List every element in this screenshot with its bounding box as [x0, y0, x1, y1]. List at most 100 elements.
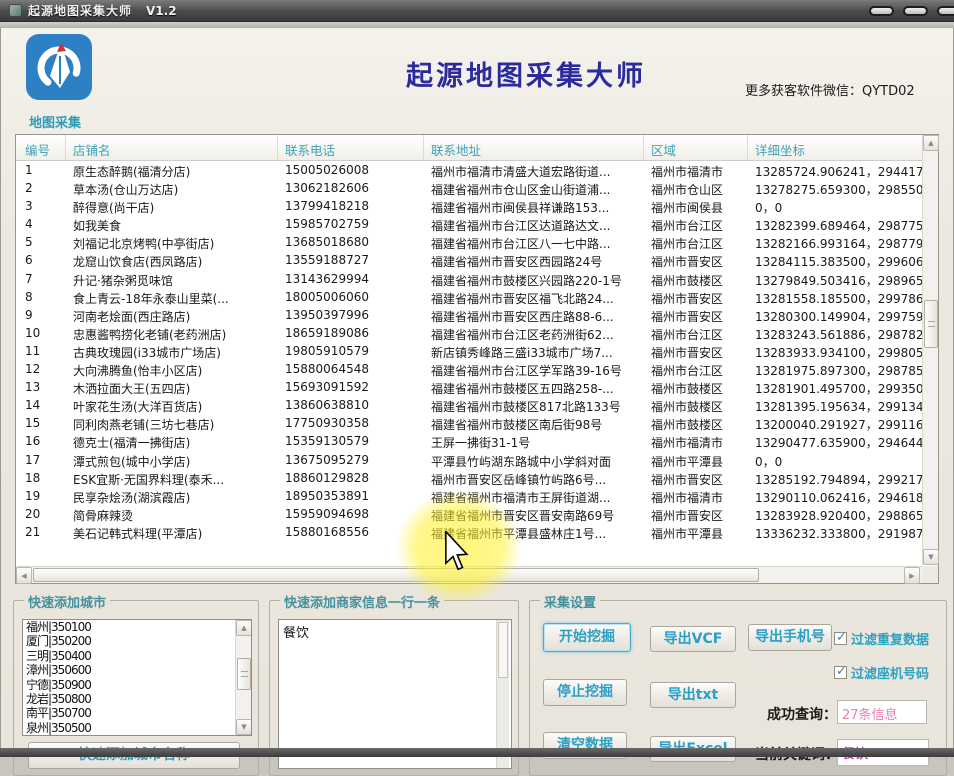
table-cell: 15959094698: [278, 505, 424, 523]
table-cell: 福州市鼓楼区: [644, 378, 748, 396]
table-row[interactable]: 3醉得意(尚干店)13799418218福建省福州市闽侯县祥谦路153...福州…: [16, 197, 924, 215]
table-cell: 福州市鼓楼区: [644, 270, 748, 288]
maximize-button[interactable]: [903, 6, 928, 16]
table-row[interactable]: 14叶家花生汤(大洋百货店)13860638810福建省福州市鼓楼区817北路1…: [16, 396, 924, 414]
city-list-item[interactable]: 福州|350100: [23, 620, 251, 634]
table-cell: 平潭县竹屿湖东路城中小学斜对面: [424, 451, 644, 469]
column-header[interactable]: 编号: [16, 135, 66, 160]
city-list-item[interactable]: 宁德|350900: [23, 678, 251, 692]
window-version: V1.2: [146, 4, 177, 18]
scroll-down-icon[interactable]: ▼: [236, 719, 252, 735]
filter-landline-checkbox[interactable]: 过滤座机号码: [834, 663, 929, 682]
table-cell: 福建省福州市鼓楼区兴园路220-1号: [424, 270, 644, 288]
scroll-right-icon[interactable]: ▶: [904, 567, 920, 584]
table-row[interactable]: 17潭式煎包(城中小学店)13675095279平潭县竹屿湖东路城中小学斜对面福…: [16, 451, 924, 469]
main-content: 起源地图采集大师 更多获客软件微信：QYTD02 地图采集 编号店铺名联系电话联…: [0, 28, 954, 748]
city-list-item[interactable]: 龙岩|350800: [23, 692, 251, 706]
table-cell: 2: [16, 179, 66, 197]
checkbox-box[interactable]: [834, 666, 847, 679]
table-row[interactable]: 12大向沸腾鱼(怡丰小区店)15880064548福建省福州市台江区学军路39-…: [16, 360, 924, 378]
column-header[interactable]: 区域: [644, 135, 748, 160]
table-cell: 13282166.993164，2987794.: [748, 233, 924, 251]
textarea-scroll-thumb[interactable]: [498, 622, 508, 678]
table-cell: 13281395.195634，2991340.: [748, 396, 924, 414]
table-row[interactable]: 9河南老烩面(西庄路店)13950397996福建省福州市晋安区西庄路88-6.…: [16, 306, 924, 324]
vertical-scrollbar[interactable]: ▲ ▼: [922, 135, 938, 565]
vertical-scroll-thumb[interactable]: [924, 300, 938, 348]
column-header[interactable]: 联系电话: [278, 135, 424, 160]
city-list-item[interactable]: 厦门|350200: [23, 634, 251, 648]
scroll-up-icon[interactable]: ▲: [236, 620, 252, 636]
start-mining-button[interactable]: 开始挖掘: [543, 623, 631, 652]
column-header[interactable]: 联系地址: [424, 135, 644, 160]
table-cell: 福州市福清市清盛大道宏路街道...: [424, 161, 644, 179]
table-cell: 河南老烩面(西庄路店): [66, 306, 278, 324]
city-list-item[interactable]: 泉州|350500: [23, 721, 251, 735]
city-listbox[interactable]: 福州|350100厦门|350200三明|350400漳州|350600宁德|3…: [22, 619, 252, 736]
filter-duplicates-checkbox[interactable]: 过滤重复数据: [834, 629, 929, 648]
tab-map-collect[interactable]: 地图采集: [29, 112, 81, 131]
table-row[interactable]: 19民享杂烩汤(湖滨霞店)18950353891福建省福州市福清市王屏街道湖..…: [16, 487, 924, 505]
column-header[interactable]: 详细坐标: [748, 135, 924, 160]
merchant-keywords-textarea[interactable]: 餐饮: [278, 619, 512, 769]
horizontal-scroll-thumb[interactable]: [33, 568, 759, 582]
table-row[interactable]: 4如我美食15985702759福建省福州市台江区达道路达文...福州市台江区1…: [16, 215, 924, 233]
table-cell: 福建省福州市鼓楼区817北路133号: [424, 396, 644, 414]
city-list-items: 福州|350100厦门|350200三明|350400漳州|350600宁德|3…: [23, 620, 251, 735]
table-cell: 潭式煎包(城中小学店): [66, 451, 278, 469]
table-cell: 福州市台江区: [644, 233, 748, 251]
stop-mining-button[interactable]: 停止挖掘: [543, 679, 627, 706]
table-cell: 4: [16, 215, 66, 233]
table-cell: 福州市平潭县: [644, 451, 748, 469]
city-list-scrollbar[interactable]: ▲ ▼: [235, 620, 251, 735]
horizontal-scrollbar[interactable]: ◀ ▶: [16, 566, 924, 583]
city-scroll-thumb[interactable]: [237, 658, 251, 690]
table-row[interactable]: 1原生态醉鹅(福清分店)15005026008福州市福清市清盛大道宏路街道...…: [16, 161, 924, 179]
textarea-scrollbar[interactable]: [496, 620, 509, 768]
table-cell: 福建省福州市闽侯县祥谦路153...: [424, 197, 644, 215]
table-cell: 福州市台江区: [644, 215, 748, 233]
table-cell: 13281975.897300，2987855.: [748, 360, 924, 378]
table-cell: 福州市晋安区: [644, 505, 748, 523]
table-row[interactable]: 6龙窟山饮食店(西凤路店)13559188727福建省福州市晋安区西园路24号福…: [16, 251, 924, 269]
table-cell: 21: [16, 523, 66, 541]
table-cell: 13143629994: [278, 270, 424, 288]
scroll-down-icon[interactable]: ▼: [923, 549, 939, 565]
table-cell: 福州市闽侯县: [644, 197, 748, 215]
table-row[interactable]: 5刘福记北京烤鸭(中亭街店)13685018680福建省福州市台江区八一七中路.…: [16, 233, 924, 251]
table-row[interactable]: 18ESK宜斯·无国界料理(泰禾...18860129828福州市晋安区岳峰镇竹…: [16, 469, 924, 487]
table-row[interactable]: 8食上青云-18年永泰山里菜(...18005006060福建省福州市晋安区福飞…: [16, 288, 924, 306]
panel-title: 快速添加城市: [24, 592, 110, 611]
table-cell: 福建省福州市鼓楼区南后街98号: [424, 414, 644, 432]
column-header[interactable]: 店铺名: [66, 135, 278, 160]
table-row[interactable]: 21美石记韩式料理(平潭店)15880168556福建省福州市平潭县盛林庄1号.…: [16, 523, 924, 541]
table-cell: 15359130579: [278, 432, 424, 450]
city-list-item[interactable]: 漳州|350600: [23, 663, 251, 677]
city-list-item[interactable]: 南平|350700: [23, 706, 251, 720]
table-cell: 13685018680: [278, 233, 424, 251]
table-cell: 福州市福清市: [644, 161, 748, 179]
table-cell: 13285192.794894，2992179.: [748, 469, 924, 487]
table-row[interactable]: 20简骨麻辣烫15959094698福建省福州市晋安区晋安南路69号福州市晋安区…: [16, 505, 924, 523]
scroll-left-icon[interactable]: ◀: [16, 567, 32, 584]
title-bar[interactable]: 起源地图采集大师 V1.2: [0, 0, 954, 22]
export-txt-button[interactable]: 导出txt: [650, 682, 736, 708]
table-row[interactable]: 11古典玫瑰园(i33城市广场店)19805910579新店镇秀峰路三盛i33城…: [16, 342, 924, 360]
compass-logo-icon: [26, 34, 92, 100]
table-cell: 龙窟山饮食店(西凤路店): [66, 251, 278, 269]
export-vcf-button[interactable]: 导出VCF: [650, 626, 736, 652]
scroll-up-icon[interactable]: ▲: [923, 135, 939, 151]
table-row[interactable]: 15同利肉燕老铺(三坊七巷店)17750930358福建省福州市鼓楼区南后街98…: [16, 414, 924, 432]
table-row[interactable]: 10忠惠酱鸭捞化老铺(老药洲店)18659189086福建省福州市台江区老药洲街…: [16, 324, 924, 342]
minimize-button[interactable]: [869, 6, 894, 16]
checkbox-box[interactable]: [834, 632, 847, 645]
table-row[interactable]: 13木洒拉面大王(五四店)15693091592福建省福州市鼓楼区五四路258-…: [16, 378, 924, 396]
table-row[interactable]: 2草本汤(仓山万达店)13062182606福建省福州市仓山区金山街道浦...福…: [16, 179, 924, 197]
table-cell: 王屏一拂街31-1号: [424, 432, 644, 450]
export-phone-button[interactable]: 导出手机号: [748, 624, 832, 651]
table-row[interactable]: 16德克士(福清一拂街店)15359130579王屏一拂街31-1号福州市福清市…: [16, 432, 924, 450]
close-button[interactable]: [937, 6, 954, 16]
city-list-item[interactable]: 三明|350400: [23, 649, 251, 663]
table-row[interactable]: 7升记·猪杂粥觅味馆13143629994福建省福州市鼓楼区兴园路220-1号福…: [16, 270, 924, 288]
success-query-field[interactable]: 27条信息: [837, 700, 927, 724]
